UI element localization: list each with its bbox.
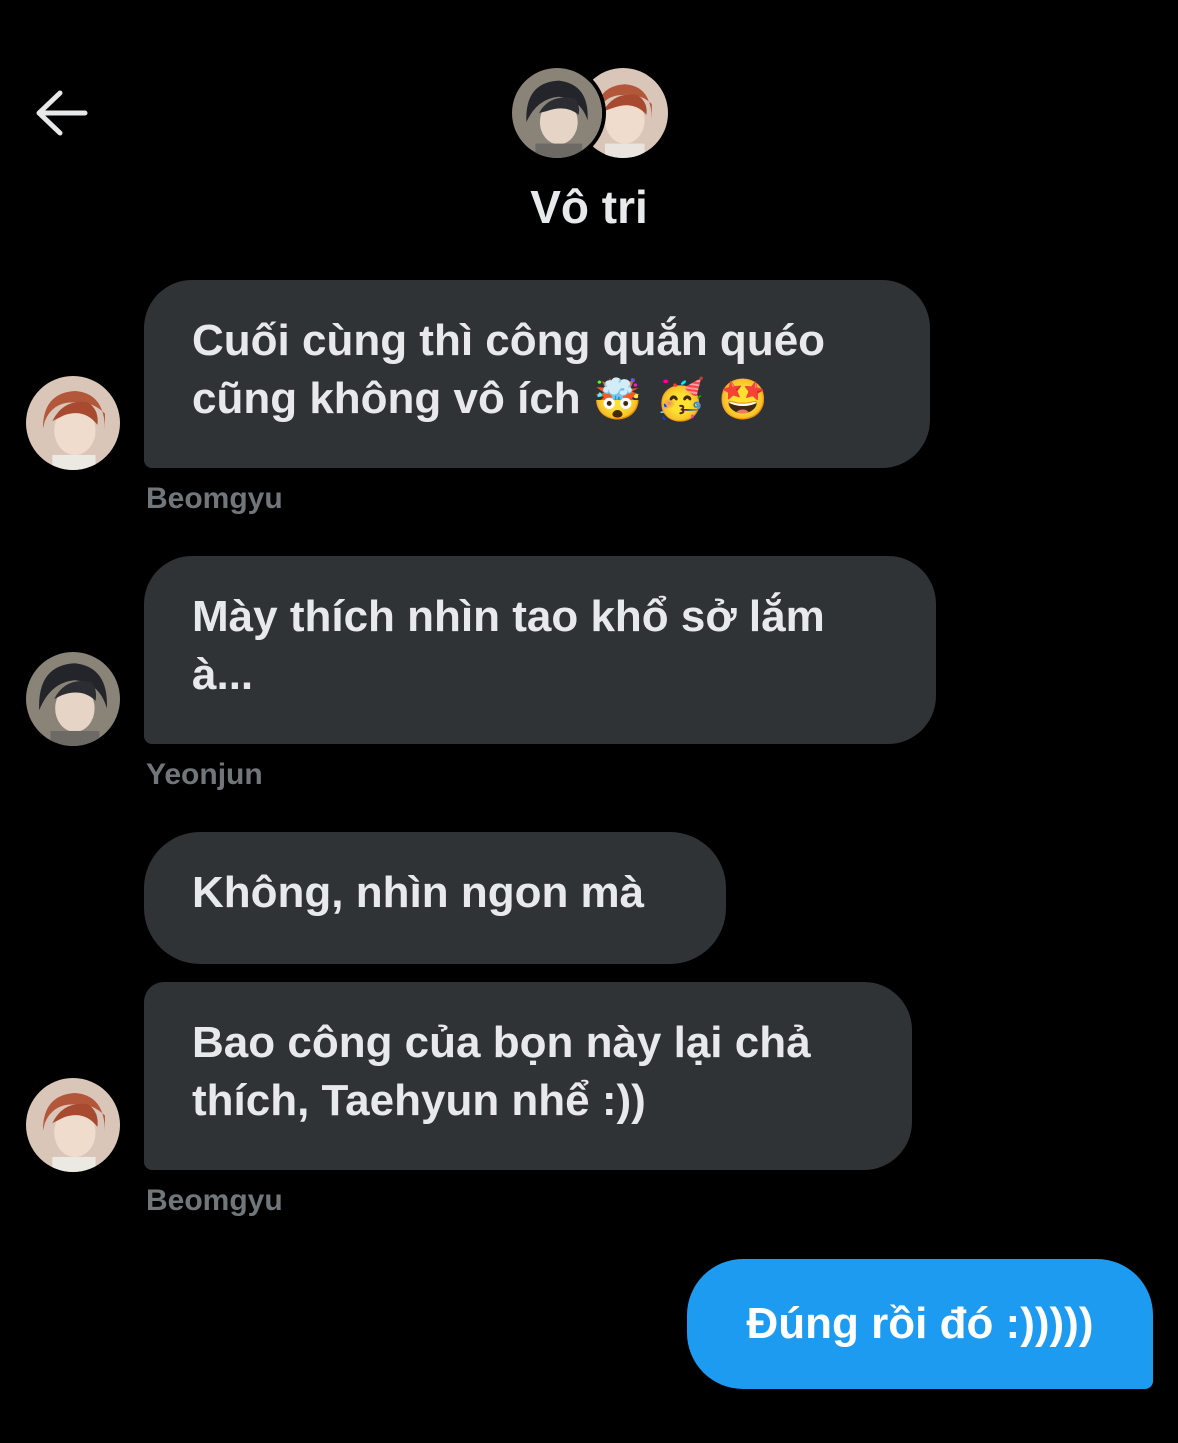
message-bubble[interactable]: Cuối cùng thì công quắn quéo cũng không … — [144, 280, 930, 468]
message-bubble[interactable]: Không, nhìn ngon mà — [144, 832, 726, 964]
group-avatars[interactable] — [508, 64, 672, 162]
message-text-line: thích, Taehyun nhể :)) — [192, 1076, 646, 1125]
avatar-beomgyu[interactable] — [26, 1078, 120, 1172]
outgoing-message-text: Đúng rồi đó :))))) — [746, 1299, 1094, 1348]
message-text-line: Không, nhìn ngon mà — [192, 868, 645, 917]
message-bubble[interactable]: Mày thích nhìn tao khổ sở lắm à... — [144, 556, 936, 744]
message-text-line: Mày thích nhìn tao khổ sở lắm — [192, 592, 825, 641]
sender-name: Beomgyu — [146, 482, 283, 515]
message-text-line: Bao công của bọn này lại chả — [192, 1018, 811, 1067]
sender-name: Beomgyu — [146, 1184, 283, 1217]
outgoing-message-bubble[interactable]: Đúng rồi đó :))))) — [687, 1259, 1153, 1389]
message-text-line: cũng không vô ích 🤯 🥳 🤩 — [192, 374, 768, 423]
back-button[interactable] — [28, 80, 94, 146]
avatar-yeonjun[interactable] — [26, 652, 120, 746]
avatar-beomgyu[interactable] — [26, 376, 120, 470]
dm-conversation-screen: Vô tri Cuối cùng thì công quắn quéo cũng… — [0, 0, 1178, 1443]
arrow-left-icon — [36, 90, 88, 136]
message-text-line: Cuối cùng thì công quắn quéo — [192, 316, 826, 365]
emoji-reaction-group: 🤯 🥳 🤩 — [592, 377, 768, 423]
message-bubble[interactable]: Bao công của bọn này lại chả thích, Taeh… — [144, 982, 912, 1170]
sender-name: Yeonjun — [146, 758, 263, 791]
message-text-line: à... — [192, 650, 254, 699]
chat-title: Vô tri — [530, 181, 648, 233]
group-avatar-yeonjun — [508, 64, 606, 162]
